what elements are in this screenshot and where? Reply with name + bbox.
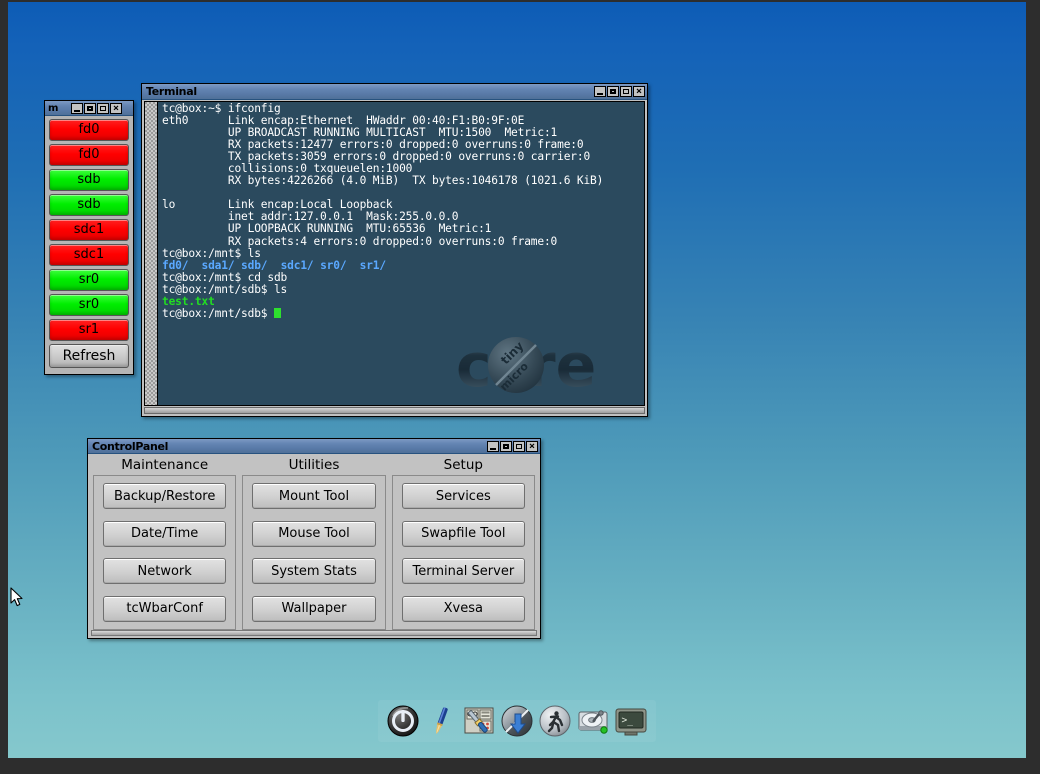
restore-icon[interactable]: [513, 440, 525, 452]
control-panel-column: Maintenance Backup/Restore Date/Time Networ…: [93, 457, 237, 630]
terminal-line: test.txt: [162, 294, 215, 308]
minimize-icon[interactable]: [71, 102, 83, 114]
mount-device-button[interactable]: sdc1: [49, 219, 129, 241]
terminal-canvas[interactable]: c re tiny micro tc@box:~$ ifconfig eth0 L…: [158, 102, 644, 405]
power-icon[interactable]: [386, 704, 420, 738]
window-terminal[interactable]: Terminal × c re tiny micro tc@box:~$ ifc…: [141, 83, 648, 417]
terminal-line: UP LOOPBACK RUNNING MTU:65536 Metric:1: [162, 222, 492, 236]
mount-device-button[interactable]: sdb: [49, 169, 129, 191]
mouse-cursor: [10, 587, 23, 607]
restore-icon[interactable]: [620, 86, 632, 97]
terminal-line: tc@box:/mnt/sdb$: [162, 307, 644, 320]
mount-tool-window-buttons: ×: [70, 102, 122, 114]
control-panel-button[interactable]: Mouse Tool: [252, 520, 376, 547]
terminal-line: fd0/ sda1/ sdb/ sdc1/ sr0/ sr1/: [162, 258, 386, 272]
maximize-icon[interactable]: [84, 102, 96, 114]
control-panel-button-group: Mount Tool Mouse Tool System Stats Wallpape…: [242, 475, 386, 630]
control-panel-button-group: Backup/Restore Date/Time Network tcWbarConf: [93, 475, 237, 630]
maximize-icon[interactable]: [500, 440, 512, 452]
screen: m × fd0 fd0 sdb sdb sdc1 sdc1 sr0 sr0 sr1 Refresh…: [0, 0, 1040, 774]
refresh-button[interactable]: Refresh: [49, 344, 129, 368]
control-panel-button[interactable]: Mount Tool: [252, 483, 376, 509]
window-mount-tool[interactable]: m × fd0 fd0 sdb sdb sdc1 sdc1 sr0 sr0 sr1 Refresh: [44, 100, 134, 375]
minimize-icon[interactable]: [487, 440, 499, 452]
control-panel-column-heading: Utilities: [288, 457, 340, 473]
control-panel-column: Setup Services Swapfile Tool Terminal Serve…: [391, 457, 535, 630]
control-panel-button[interactable]: Terminal Server: [401, 558, 525, 585]
control-panel-resize-grip[interactable]: [91, 630, 537, 636]
close-icon[interactable]: ×: [110, 102, 122, 114]
window-control-panel[interactable]: ControlPanel × Maintenance Backup/Restore…: [87, 438, 541, 639]
harddisk-icon[interactable]: [576, 704, 610, 738]
terminal-icon[interactable]: >_: [614, 704, 648, 738]
control-panel-button[interactable]: tcWbarConf: [103, 595, 227, 622]
control-panel-button[interactable]: Network: [103, 558, 227, 585]
mount-device-button[interactable]: fd0: [49, 144, 129, 166]
mount-tool-title: m: [48, 102, 59, 114]
terminal-scrollbar[interactable]: [145, 102, 158, 405]
maximize-icon[interactable]: [607, 86, 619, 97]
mount-tool-titlebar[interactable]: m ×: [45, 101, 133, 116]
mount-device-button[interactable]: sr1: [49, 319, 129, 341]
mount-device-button[interactable]: fd0: [49, 119, 129, 141]
mount-device-button[interactable]: sr0: [49, 269, 129, 291]
restore-icon[interactable]: [97, 102, 109, 114]
tinycore-watermark-icon: c re tiny micro: [456, 331, 596, 400]
control-panel-icon[interactable]: [462, 704, 496, 738]
desktop-wallpaper[interactable]: m × fd0 fd0 sdb sdb sdc1 sdc1 sr0 sr0 sr1 Refresh…: [8, 2, 1026, 758]
control-panel-button[interactable]: Backup/Restore: [103, 483, 227, 509]
control-panel-body: Maintenance Backup/Restore Date/Time Networ…: [91, 457, 537, 630]
control-panel-window-buttons: ×: [486, 440, 538, 452]
svg-text:c: c: [456, 331, 492, 400]
terminal-titlebar[interactable]: Terminal ×: [142, 84, 647, 100]
terminal-window-buttons: ×: [593, 86, 645, 97]
terminal-frame: c re tiny micro tc@box:~$ ifconfig eth0 L…: [144, 101, 645, 406]
control-panel-button[interactable]: Xvesa: [401, 595, 525, 622]
mount-device-list: fd0 fd0 sdb sdb sdc1 sdc1 sr0 sr0 sr1 Refresh: [45, 116, 133, 372]
control-panel-button[interactable]: Services: [401, 483, 525, 509]
control-panel-column-heading: Setup: [443, 457, 483, 473]
control-panel-button[interactable]: System Stats: [252, 558, 376, 585]
mount-device-button[interactable]: sr0: [49, 294, 129, 316]
svg-text:>_: >_: [622, 715, 634, 726]
control-panel-button[interactable]: Wallpaper: [252, 595, 376, 622]
minimize-icon[interactable]: [594, 86, 606, 97]
close-icon[interactable]: ×: [526, 440, 538, 452]
control-panel-column: Utilities Mount Tool Mouse Tool System Stat…: [242, 457, 386, 630]
terminal-title: Terminal: [146, 85, 197, 98]
mount-device-button[interactable]: sdb: [49, 194, 129, 216]
terminal-line: RX packets:4 errors:0 dropped:0 overruns…: [162, 234, 558, 248]
pen-icon[interactable]: [424, 704, 458, 738]
terminal-resize-grip[interactable]: [144, 407, 645, 414]
terminal-line: tc@box:/mnt$ cd sdb: [162, 270, 288, 284]
dock-wbar[interactable]: >_: [378, 700, 656, 742]
mount-device-button[interactable]: sdc1: [49, 244, 129, 266]
run-program-icon[interactable]: [538, 704, 572, 738]
control-panel-titlebar[interactable]: ControlPanel ×: [88, 439, 540, 454]
terminal-line: tc@box:/mnt/sdb$ ls: [162, 282, 288, 296]
terminal-output: tc@box:~$ ifconfig eth0 Link encap:Ethern…: [158, 102, 644, 320]
control-panel-button-group: Services Swapfile Tool Terminal Server Xves…: [391, 475, 535, 630]
close-icon[interactable]: ×: [633, 86, 645, 97]
terminal-line: RX bytes:4226266 (4.0 MiB) TX bytes:1046…: [162, 174, 604, 188]
control-panel-button[interactable]: Swapfile Tool: [401, 520, 525, 547]
control-panel-button[interactable]: Date/Time: [103, 520, 227, 547]
control-panel-column-heading: Maintenance: [121, 457, 209, 473]
control-panel-columns: Maintenance Backup/Restore Date/Time Networ…: [91, 457, 537, 630]
control-panel-title: ControlPanel: [92, 439, 169, 453]
apps-browser-icon[interactable]: [500, 704, 534, 738]
terminal-cursor: [273, 307, 281, 318]
